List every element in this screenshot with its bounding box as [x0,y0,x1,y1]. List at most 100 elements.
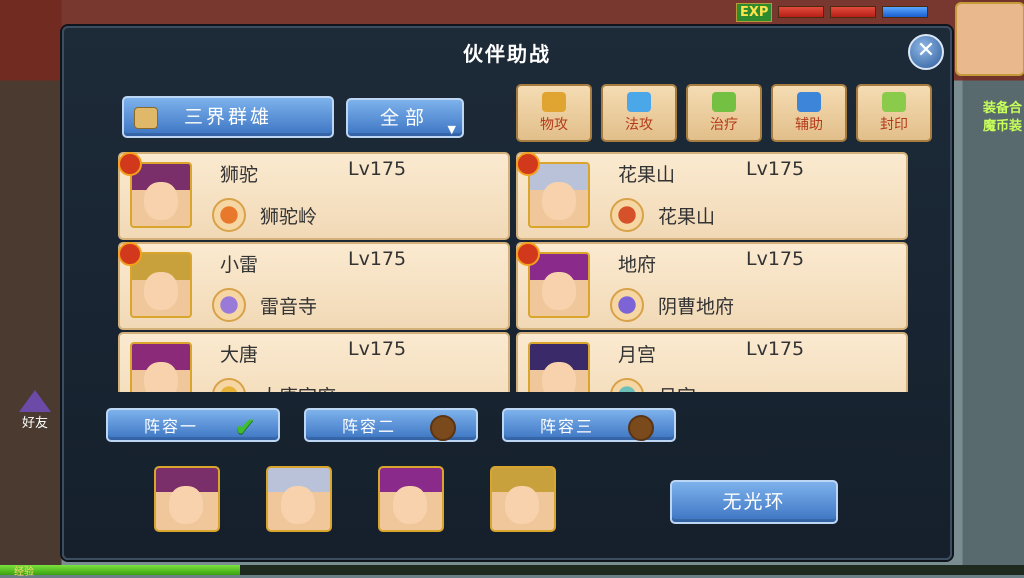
halo-button[interactable]: 无光环 [670,480,838,524]
formation-label: 阵容一 [144,417,199,436]
partner-portrait [130,252,192,318]
portrait-face [144,182,178,220]
school-emblem-icon [610,198,644,232]
role-label: 辅助 [795,117,823,133]
experience-fill [0,565,240,575]
check-icon: ✔ [234,413,258,443]
partner-school: 雷音寺 [260,296,318,318]
bottle-icon [797,92,821,112]
partner-card[interactable]: 狮驼 Lv175 狮驼岭 [118,152,510,240]
close-icon: ✕ [916,38,936,63]
unselected-dot-icon [430,415,456,441]
role-tab-heal[interactable]: 治疗 [686,84,762,142]
experience-bar: 经验 [0,565,1024,578]
portrait-face [542,362,576,392]
portrait-face [144,272,178,310]
partner-name: 地府 [618,254,657,276]
partner-portrait [130,342,192,392]
leaf-icon [712,92,736,112]
partner-name: 大唐 [220,344,259,366]
player-status-bar: EXP [736,0,956,24]
panel-title: 伙伴助战 [463,42,551,66]
formation-label: 阵容三 [540,417,595,436]
formation-tab-2[interactable]: 阵容二 [304,408,478,442]
team-slot-3[interactable] [378,466,444,532]
partner-card[interactable]: 大唐 Lv175 大唐官府 [118,332,510,392]
friends-button[interactable]: 好友 [10,390,60,431]
partner-name: 小雷 [220,254,259,276]
equipment-notice-line1: 装备合 [982,101,1022,116]
partner-card[interactable]: 地府 Lv175 阴曹地府 [516,242,908,330]
partner-portrait [528,342,590,392]
partner-school: 大唐官府 [260,382,336,392]
role-label: 物攻 [540,117,568,133]
portrait-face [393,486,427,524]
recommend-badge-icon [516,152,540,176]
recommend-badge-icon [118,242,142,266]
friends-label: 好友 [21,416,48,431]
portrait-face [144,362,178,392]
team-slot-1[interactable] [154,466,220,532]
recommend-badge-icon [516,242,540,266]
role-tab-seal[interactable]: 封印 [856,84,932,142]
mp-bar [882,6,929,18]
partner-card[interactable]: 月宫 Lv175 月宫 [516,332,908,392]
partner-portrait [130,162,192,228]
scope-label: 全部 [379,107,430,129]
partner-card[interactable]: 小雷 Lv175 雷音寺 [118,242,510,330]
portrait-face [169,486,203,524]
sword-icon [542,92,566,112]
school-emblem-icon [212,198,246,232]
unselected-dot-icon [628,415,654,441]
role-tab-magic[interactable]: 法攻 [601,84,677,142]
scope-dropdown[interactable]: 全部 ▼ [346,98,464,138]
partner-school: 阴曹地府 [658,296,735,318]
partner-level: Lv175 [348,158,407,180]
partner-card[interactable]: 花果山 Lv175 花果山 [516,152,908,240]
portrait-face [505,486,539,524]
formation-tab-3[interactable]: 阵容三 [502,408,676,442]
partner-school: 狮驼岭 [260,206,318,228]
seal-icon [882,92,906,112]
experience-label: 经验 [14,567,34,578]
role-label: 治疗 [710,117,738,133]
partner-level: Lv175 [746,338,805,360]
close-button[interactable]: ✕ [908,34,944,70]
portrait-face [281,486,315,524]
formation-label: 阵容二 [342,417,397,436]
player-avatar[interactable] [955,2,1024,76]
hp-bar [778,6,825,18]
school-emblem-icon [212,378,246,392]
partner-name: 花果山 [618,164,676,186]
portrait-face [542,182,576,220]
exp-icon: EXP [736,2,773,22]
partner-school: 月宫 [658,382,696,392]
equipment-notice[interactable]: 装备合 魔币装 [958,100,1022,136]
team-slot-2[interactable] [266,466,332,532]
role-tab-support[interactable]: 辅助 [771,84,847,142]
partner-assist-panel: 伙伴助战 ✕ 三界群雄 全部 ▼ 物攻 法攻 治疗 辅助 封印 狮驼 Lv175… [62,26,952,560]
role-tab-physical[interactable]: 物攻 [516,84,592,142]
school-emblem-icon [212,288,246,322]
crystal-icon [627,92,651,112]
role-filter-tabs: 物攻 法攻 治疗 辅助 封印 [516,84,932,142]
partner-level: Lv175 [746,248,805,270]
partner-name: 月宫 [618,344,657,366]
equipment-notice-line2: 魔币装 [982,119,1022,134]
formation-tab-1[interactable]: 阵容一 ✔ [106,408,280,443]
pet-hp-bar [830,6,877,18]
partner-level: Lv175 [348,248,407,270]
recommend-badge-icon [118,152,142,176]
chevron-down-icon: ▼ [447,123,456,136]
school-emblem-icon [610,378,644,392]
friends-icon [19,390,51,412]
team-slot-4[interactable] [490,466,556,532]
role-label: 法攻 [625,117,653,133]
partner-level: Lv175 [746,158,805,180]
faction-dropdown[interactable]: 三界群雄 [122,96,334,138]
partner-portrait [528,252,590,318]
partner-list[interactable]: 狮驼 Lv175 狮驼岭 花果山 Lv175 花果山 小雷 Lv175 雷音寺 … [118,152,908,392]
role-label: 封印 [880,117,908,133]
school-emblem-icon [610,288,644,322]
list-icon [134,107,158,129]
